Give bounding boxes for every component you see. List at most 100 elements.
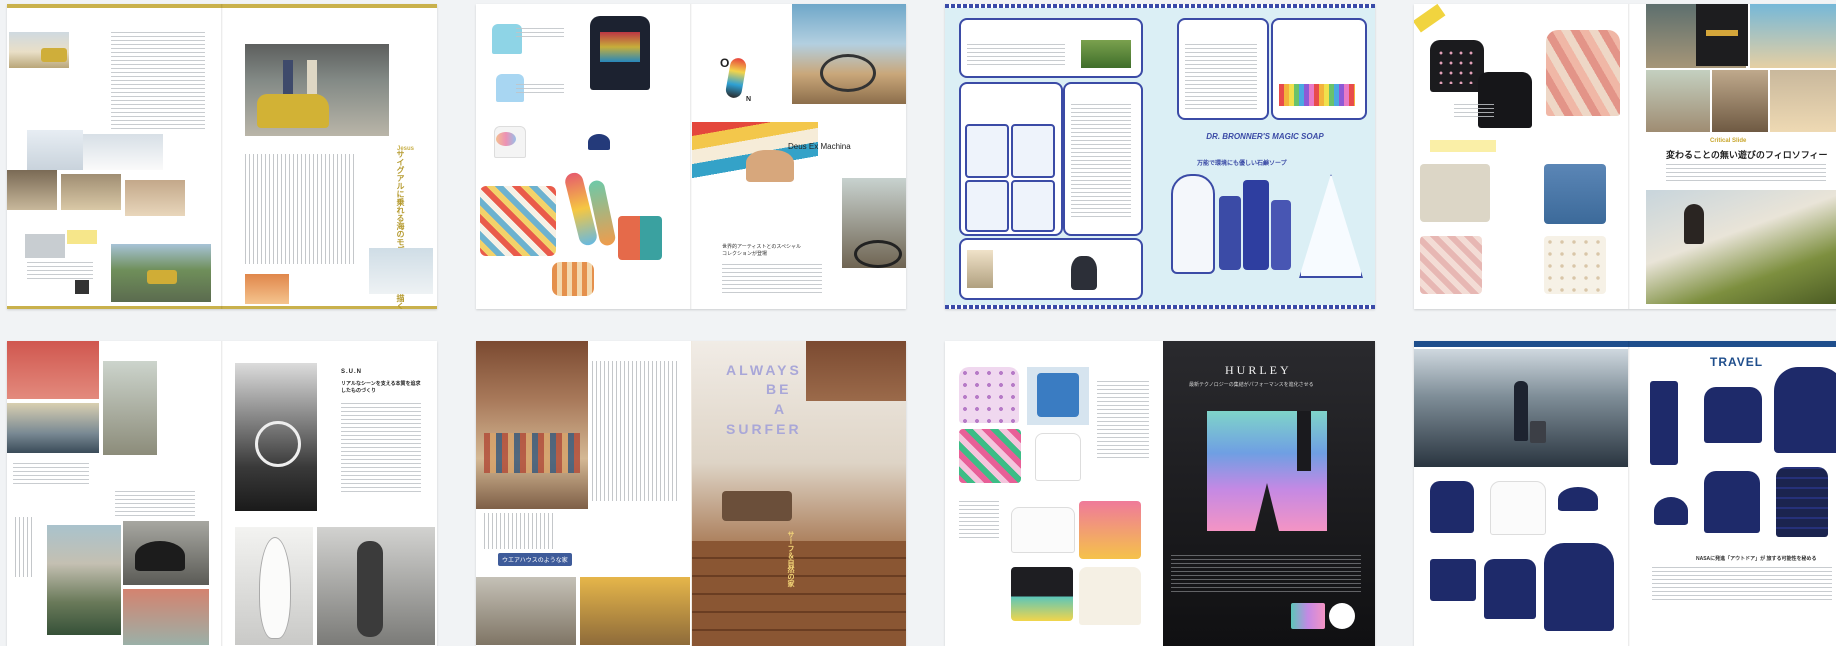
shirt-pink	[1546, 30, 1620, 116]
bottom-stripe	[945, 305, 1375, 309]
yellow-car-road	[147, 270, 177, 284]
rug-pattern	[484, 433, 580, 473]
vertical-headline: サイグアルに乗れる海のモデルの日常を描く	[396, 150, 405, 309]
yellow-car-main	[257, 94, 329, 128]
interior-photo-3	[125, 180, 185, 216]
cap-navy	[588, 134, 610, 150]
person-1	[283, 60, 293, 94]
fleece-navy	[1704, 471, 1760, 533]
page-gutter	[221, 4, 223, 309]
surf-photo	[83, 134, 163, 170]
surfer-illustration	[1171, 174, 1215, 274]
wooden-stairs	[692, 541, 906, 646]
brand-title: Deus Ex Machina	[788, 142, 851, 151]
subtitle: 最新テクノロジーの集結がパフォーマンスを進化させる	[1189, 382, 1314, 388]
cliff-photo	[47, 525, 121, 635]
vertical-label	[15, 517, 35, 577]
info-text	[967, 44, 1065, 68]
skater-figure	[746, 150, 794, 182]
hoodie-navy	[1544, 543, 1614, 631]
highlight-caption	[1430, 140, 1496, 152]
boardshorts-pattern	[480, 186, 556, 256]
qr-code	[75, 280, 89, 294]
suitcase	[1530, 421, 1546, 443]
body-text	[1652, 567, 1832, 601]
caption-text	[27, 262, 93, 282]
headline-line-2: BE	[766, 381, 792, 397]
brand-title: HURLEY	[1225, 363, 1292, 377]
caption	[1454, 104, 1494, 118]
people-photo-1	[1646, 70, 1710, 132]
tag-label: Jesus	[397, 146, 415, 152]
logo-circle	[1329, 603, 1355, 629]
cap-black	[135, 541, 185, 571]
corner-ribbon	[1414, 4, 1446, 33]
sun-logo-print	[255, 421, 301, 467]
boardshorts-color	[618, 216, 662, 260]
shorts-side-panel	[1297, 411, 1311, 471]
caption	[115, 491, 195, 517]
apparel-stack-photo	[123, 589, 209, 645]
tee-navy	[1484, 559, 1536, 619]
pants-navy	[1650, 381, 1678, 465]
board-dark	[357, 541, 383, 637]
body-text-block	[111, 32, 205, 132]
page-gutter	[1628, 4, 1630, 309]
headline-line-1: ALWAYS	[726, 362, 802, 378]
stairs-photo	[580, 577, 690, 645]
vertical-caption	[484, 513, 554, 549]
spread-thumbnail-4[interactable]: Critical Slide 変わることの無い遊びのフィロソフィー	[1414, 4, 1836, 309]
jacket-cream	[1079, 567, 1141, 625]
bag	[552, 262, 594, 296]
list-text	[1071, 104, 1131, 220]
sofa	[722, 491, 792, 521]
bike-wheel	[854, 240, 902, 268]
product-photo	[967, 250, 993, 288]
body-text	[722, 264, 822, 294]
shorts-floral-pink	[959, 429, 1021, 483]
traveler-figure	[1514, 381, 1528, 441]
nature-photo	[1081, 40, 1131, 68]
shirt-purple-print	[959, 367, 1019, 423]
highlight-box	[67, 230, 97, 244]
swatch	[1291, 603, 1325, 629]
bucket-hat	[1654, 497, 1688, 525]
spread-thumbnail-8[interactable]: TRAVEL NASAに発進「アウトドア」が 旅する可能性を秘める	[1414, 341, 1836, 646]
spread-thumbnail-1[interactable]: サイグアルに乗れる海のモデルの日常を描く Jesus	[7, 4, 437, 309]
shorts-denim	[1544, 164, 1606, 224]
beach-photo	[1646, 190, 1836, 304]
tagline: 世界的アーティストとのスペシャルコレクションが登場	[722, 244, 802, 257]
kitchen-photo	[476, 577, 576, 645]
portrait-photo	[27, 130, 83, 170]
product-title: DR. BRONNER'S MAGIC SOAP	[1206, 132, 1324, 141]
vertical-body-text	[245, 154, 355, 264]
shirt-print	[1436, 48, 1476, 84]
spread-thumbnail-6[interactable]: ウエアハウスのような家 ALWAYS BE A SURFER サーフ＆自然の家	[476, 341, 906, 646]
spread-thumbnail-5[interactable]: S.U.N リアルなシーンを支える本質を追求したものづくり	[7, 341, 437, 646]
body-text	[341, 403, 421, 493]
shorts-navy	[1430, 559, 1476, 601]
spread-thumbnail-2[interactable]: O N Deus Ex Machina 世界的アーティストとのスペシャルコレクシ…	[476, 4, 906, 309]
info-text	[1185, 44, 1257, 110]
vertical-title: サーフ＆自然の家	[787, 531, 795, 587]
tshirt-logo	[1011, 507, 1075, 553]
product-headline: 万能で環境にも優しい石鹸ソープ	[1197, 161, 1287, 167]
shirt-black-2	[1478, 72, 1532, 128]
body-text	[1666, 164, 1826, 182]
logo-n: N	[746, 96, 752, 103]
shorts-pink	[1420, 236, 1482, 294]
top-stripe	[945, 4, 1375, 8]
spread-thumbnail-7[interactable]: HURLEY 最新テクノロジーの集結がパフォーマンスを進化させる	[945, 341, 1375, 646]
body-text	[959, 501, 999, 541]
cap-navy	[1558, 487, 1598, 511]
logo-mark	[1706, 30, 1738, 36]
illustration-2	[1011, 124, 1055, 178]
surfer-photo	[369, 248, 433, 294]
spread-thumbnail-3[interactable]: DR. BRONNER'S MAGIC SOAP 万能で環境にも優しい石鹸ソープ	[945, 4, 1375, 309]
subtitle: Critical Slide	[1710, 138, 1747, 144]
interior-photo-1	[7, 170, 57, 210]
tshirt-white	[1490, 481, 1546, 535]
bottle-2	[1243, 180, 1269, 270]
sweatshirt-graphic	[600, 32, 640, 62]
bottle-1	[1219, 196, 1241, 270]
